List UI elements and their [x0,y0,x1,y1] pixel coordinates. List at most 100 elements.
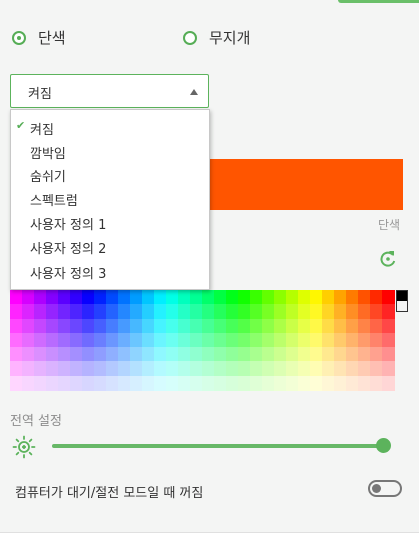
palette-cell[interactable] [58,347,71,362]
palette-cell[interactable] [214,290,227,305]
palette-cell[interactable] [286,318,299,334]
palette-cell[interactable] [238,347,251,362]
radio-solid[interactable]: 단색 [12,27,66,48]
palette-cell[interactable] [34,375,47,391]
effect-select[interactable]: 켜짐 [10,74,209,108]
palette-cell[interactable] [166,375,179,391]
palette-cell[interactable] [118,361,131,377]
palette-cell[interactable] [154,318,167,334]
palette-cell[interactable] [298,304,311,320]
palette-cell[interactable] [382,290,395,305]
palette-cell[interactable] [94,361,107,377]
palette-cell[interactable] [58,290,71,305]
palette-cell[interactable] [226,347,239,362]
palette-cell[interactable] [22,361,35,377]
palette-cell[interactable] [202,290,215,305]
palette-cell[interactable] [130,361,143,377]
palette-cell[interactable] [166,347,179,362]
palette-cell[interactable] [226,375,239,391]
palette-cell[interactable] [274,304,287,320]
palette-cell[interactable] [310,347,323,362]
palette-cell[interactable] [94,375,107,391]
palette-cell[interactable] [310,361,323,377]
palette-cell[interactable] [202,332,215,348]
palette-cell[interactable] [34,361,47,377]
palette-cell[interactable] [106,361,119,377]
palette-cell[interactable] [262,347,275,362]
palette-cell[interactable] [34,290,47,305]
palette-cell[interactable] [382,318,395,334]
palette-cell[interactable] [346,347,359,362]
palette-cell[interactable] [82,332,95,348]
palette-cell[interactable] [190,290,203,305]
palette-cell[interactable] [22,290,35,305]
palette-cell[interactable] [382,347,395,362]
palette-cell[interactable] [226,318,239,334]
palette-cell[interactable] [82,304,95,320]
palette-cell[interactable] [310,290,323,305]
palette-cell[interactable] [58,318,71,334]
palette-cell[interactable] [286,375,299,391]
palette-cell[interactable] [226,332,239,348]
palette-cell[interactable] [178,361,191,377]
palette-cell[interactable] [286,290,299,305]
palette-cell[interactable] [286,347,299,362]
palette-cell[interactable] [382,332,395,348]
palette-cell[interactable] [58,361,71,377]
palette-cell[interactable] [58,304,71,320]
palette-cell[interactable] [94,332,107,348]
palette-cell[interactable] [154,361,167,377]
palette-cell[interactable] [70,332,83,348]
palette-cell[interactable] [250,318,263,334]
palette-cell[interactable] [46,304,59,320]
menu-item-breathing[interactable]: 숨쉬기 [11,163,209,185]
palette-cell[interactable] [178,375,191,391]
palette-cell[interactable] [94,347,107,362]
palette-cell[interactable] [130,375,143,391]
palette-cell[interactable] [238,304,251,320]
palette-cell[interactable] [286,332,299,348]
palette-cell[interactable] [46,332,59,348]
palette-cell[interactable] [370,318,383,334]
palette-cell[interactable] [142,332,155,348]
palette-cell[interactable] [22,304,35,320]
palette-cell[interactable] [70,347,83,362]
palette-cell[interactable] [34,332,47,348]
palette-cell[interactable] [106,375,119,391]
palette-cell[interactable] [106,332,119,348]
palette-cell[interactable] [10,290,23,305]
palette-cell[interactable] [274,361,287,377]
palette-cell[interactable] [70,318,83,334]
palette-cell[interactable] [94,290,107,305]
palette-cell[interactable] [310,375,323,391]
palette-cell[interactable] [238,332,251,348]
palette-cell[interactable] [274,375,287,391]
palette-cell[interactable] [178,290,191,305]
palette-cell[interactable] [226,304,239,320]
palette-cell[interactable] [130,290,143,305]
palette-cell[interactable] [382,361,395,377]
palette-cell[interactable] [358,332,371,348]
palette-cell[interactable] [58,332,71,348]
palette-cell[interactable] [262,290,275,305]
palette-cell[interactable] [334,347,347,362]
menu-item-custom-2[interactable]: 사용자 정의 2 [11,235,209,257]
palette-cell[interactable] [214,318,227,334]
refresh-icon[interactable] [378,249,398,269]
color-palette-grid[interactable] [10,290,395,391]
palette-cell[interactable] [10,304,23,320]
palette-cell[interactable] [286,304,299,320]
palette-cell[interactable] [358,347,371,362]
palette-cell[interactable] [214,375,227,391]
palette-cell[interactable] [370,375,383,391]
palette-cell[interactable] [118,347,131,362]
palette-cell[interactable] [346,375,359,391]
palette-cell[interactable] [346,318,359,334]
palette-cell[interactable] [22,375,35,391]
palette-cell[interactable] [10,361,23,377]
palette-cell[interactable] [178,304,191,320]
palette-cell[interactable] [322,361,335,377]
menu-item-blink[interactable]: 깜박임 [11,140,209,162]
palette-cell[interactable] [322,375,335,391]
palette-cell[interactable] [262,375,275,391]
